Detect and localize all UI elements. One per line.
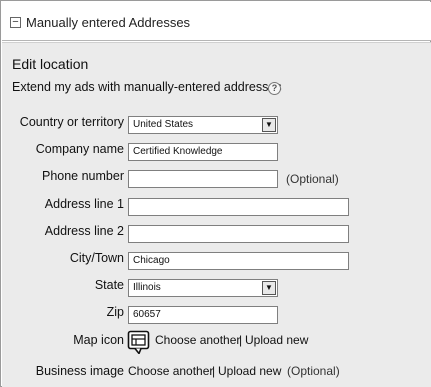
help-icon[interactable]: ? (268, 82, 281, 95)
address2-label: Address line 2 (44, 224, 124, 238)
business-separator: | (212, 364, 216, 378)
zip-input[interactable]: 60657 (128, 306, 278, 324)
map-pin-icon[interactable] (127, 330, 151, 354)
city-label: City/Town (69, 251, 124, 265)
company-name-input[interactable]: Certified Knowledge (128, 143, 278, 161)
map-choose-another-link[interactable]: Choose another (155, 333, 240, 347)
country-select[interactable]: United States ▼ (128, 116, 278, 134)
section-title: Manually entered Addresses (26, 15, 191, 30)
zip-label: Zip (106, 305, 124, 319)
business-optional-note: (Optional) (287, 364, 340, 378)
company-label: Company name (35, 142, 124, 156)
collapse-toggle-icon[interactable]: − (10, 17, 21, 28)
location-editor: − Manually entered Addresses Edit locati… (0, 0, 431, 387)
dropdown-arrow-icon[interactable]: ▼ (262, 118, 276, 132)
business-image-label: Business image (35, 364, 124, 378)
address-line-2-input[interactable] (128, 225, 349, 243)
state-value: Illinois (133, 282, 161, 293)
map-icon-label: Map icon (73, 333, 124, 347)
city-input[interactable]: Chicago (128, 252, 349, 270)
extend-description: Extend my ads with manually-entered addr… (12, 80, 282, 94)
edit-location-panel: Edit location Extend my ads with manuall… (2, 42, 431, 387)
business-upload-new-link[interactable]: Upload new (218, 364, 281, 378)
panel-heading: Edit location (12, 56, 89, 72)
address-line-1-input[interactable] (128, 198, 349, 216)
address1-label: Address line 1 (44, 197, 124, 211)
country-value: United States (133, 119, 194, 130)
phone-optional-note: (Optional) (286, 172, 339, 186)
map-upload-new-link[interactable]: Upload new (245, 333, 308, 347)
phone-label: Phone number (41, 169, 124, 183)
country-label: Country or territory (19, 115, 124, 129)
state-select[interactable]: Illinois ▼ (128, 279, 278, 297)
state-label: State (94, 278, 124, 292)
map-separator: | (239, 333, 243, 347)
section-header: − Manually entered Addresses (2, 2, 431, 41)
phone-number-input[interactable] (128, 170, 278, 188)
business-choose-another-link[interactable]: Choose another (128, 364, 213, 378)
dropdown-arrow-icon[interactable]: ▼ (262, 281, 276, 295)
